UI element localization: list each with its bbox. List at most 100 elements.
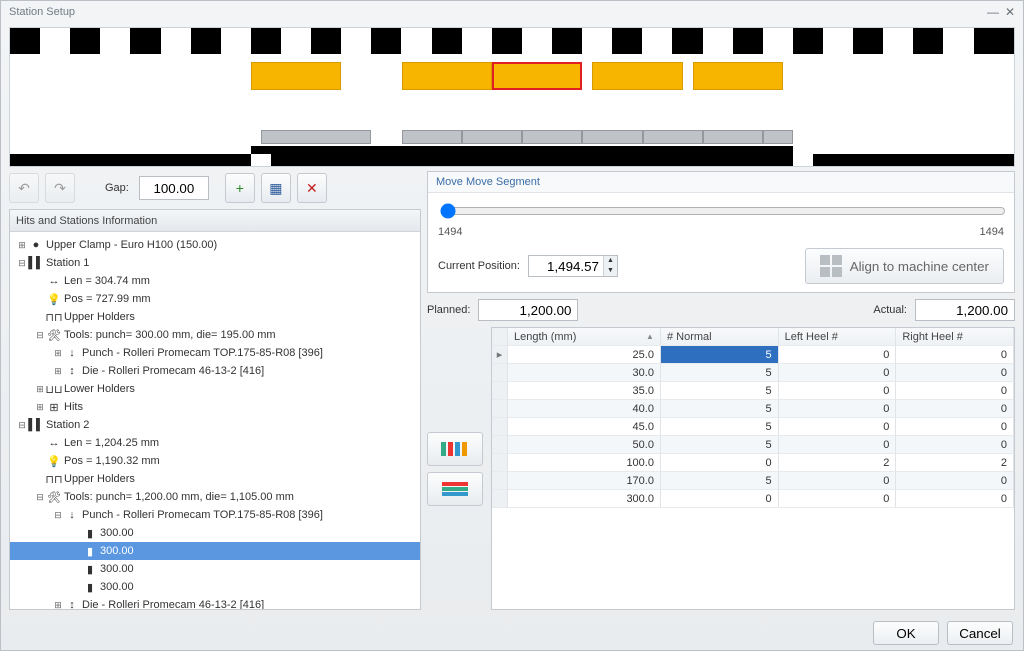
tree-node-s1len[interactable]: ⊞↔Len = 304.74 mm [10,272,420,290]
cell-left[interactable]: 0 [779,364,897,382]
cell-right[interactable]: 0 [896,418,1014,436]
tree-node-s2p1[interactable]: ⊞▮300.00 [10,524,420,542]
pattern-a-button[interactable] [427,432,483,466]
grid-row[interactable]: 35.0500 [492,382,1014,400]
cell-left[interactable]: 0 [779,418,897,436]
tree-node-s2uh[interactable]: ⊞⊓⊓Upper Holders [10,470,420,488]
punch-segment-selected[interactable] [492,62,582,90]
tree-node-s2p4[interactable]: ⊞▮300.00 [10,578,420,596]
tree-node-s1ht[interactable]: ⊞⊞Hits [10,398,420,416]
cell-right[interactable]: 0 [896,472,1014,490]
redo-button[interactable]: ↷ [45,173,75,203]
die-segment[interactable] [462,130,522,144]
cell-length[interactable]: 45.0 [508,418,661,436]
cell-left[interactable]: 0 [779,382,897,400]
cell-normal[interactable]: 0 [661,454,779,472]
die-segment[interactable] [261,130,371,144]
die-segment[interactable] [703,130,763,144]
collapse-icon[interactable]: ⊟ [52,510,64,521]
punch-segment[interactable] [402,62,492,90]
cell-normal[interactable]: 5 [661,418,779,436]
grid-row[interactable]: 170.0500 [492,472,1014,490]
cell-length[interactable]: 300.0 [508,490,661,508]
cell-normal[interactable]: 5 [661,400,779,418]
grid-row[interactable]: 40.0500 [492,400,1014,418]
cell-normal[interactable]: 5 [661,472,779,490]
cell-normal[interactable]: 5 [661,436,779,454]
tree-node-s2tl[interactable]: ⊟🛠Tools: punch= 1,200.00 mm, die= 1,105.… [10,488,420,506]
tree-node-st2[interactable]: ⊟▌▌Station 2 [10,416,420,434]
delete-button[interactable]: ✕ [297,173,327,203]
close-icon[interactable]: ✕ [1005,1,1015,23]
cell-right[interactable]: 0 [896,400,1014,418]
cell-length[interactable]: 100.0 [508,454,661,472]
cell-length[interactable]: 170.0 [508,472,661,490]
align-center-button[interactable]: Align to machine center [805,248,1004,284]
cell-normal[interactable]: 5 [661,382,779,400]
spin-down-icon[interactable]: ▼ [603,266,617,276]
pattern-b-button[interactable] [427,472,483,506]
die-segment[interactable] [522,130,582,144]
cell-length[interactable]: 25.0 [508,346,661,364]
col-normal[interactable]: # Normal [661,328,779,346]
cell-right[interactable]: 0 [896,346,1014,364]
expand-icon[interactable]: ⊞ [52,348,64,359]
tree-node-s1d[interactable]: ⊞↕Die - Rolleri Promecam 46-13-2 [416] [10,362,420,380]
cell-left[interactable]: 2 [779,454,897,472]
minimize-icon[interactable]: — [987,1,999,23]
grid-row[interactable]: 300.0000 [492,490,1014,508]
punch-segment[interactable] [693,62,783,90]
die-segment[interactable] [582,130,642,144]
die-segment[interactable] [402,130,462,144]
grid-button[interactable]: ▦ [261,173,291,203]
tool-visualization[interactable] [9,27,1015,167]
undo-button[interactable]: ↶ [9,173,39,203]
cell-right[interactable]: 2 [896,454,1014,472]
tree-node-s2p2[interactable]: ⊞▮300.00 [10,542,420,560]
cell-normal[interactable]: 5 [661,364,779,382]
grid-row[interactable]: 45.0500 [492,418,1014,436]
tree-node-s2pos[interactable]: ⊞💡Pos = 1,190.32 mm [10,452,420,470]
cell-normal[interactable]: 5 [661,346,779,364]
actual-input[interactable] [915,299,1015,321]
grid-row[interactable]: ▸25.0500 [492,346,1014,364]
tree-node-s1tl[interactable]: ⊟🛠Tools: punch= 300.00 mm, die= 195.00 m… [10,326,420,344]
cell-left[interactable]: 0 [779,400,897,418]
tree-node-s1pos[interactable]: ⊞💡Pos = 727.99 mm [10,290,420,308]
grid-row[interactable]: 100.0022 [492,454,1014,472]
collapse-icon[interactable]: ⊟ [16,258,28,269]
grid-row[interactable]: 30.0500 [492,364,1014,382]
punch-segment[interactable] [592,62,682,90]
col-length[interactable]: Length (mm)▲ [508,328,661,346]
cell-right[interactable]: 0 [896,436,1014,454]
punch-segment[interactable] [251,62,341,90]
cell-length[interactable]: 40.0 [508,400,661,418]
grid-row[interactable]: 50.0500 [492,436,1014,454]
collapse-icon[interactable]: ⊟ [16,420,28,431]
tree-node-s1uh[interactable]: ⊞⊓⊓Upper Holders [10,308,420,326]
cell-left[interactable]: 0 [779,436,897,454]
cell-left[interactable]: 0 [779,346,897,364]
cell-normal[interactable]: 0 [661,490,779,508]
segments-grid[interactable]: Length (mm)▲ # Normal Left Heel # Right … [491,327,1015,610]
expand-icon[interactable]: ⊞ [52,366,64,377]
expand-icon[interactable]: ⊞ [16,240,28,251]
ok-button[interactable]: OK [873,621,939,645]
planned-input[interactable] [478,299,578,321]
cell-left[interactable]: 0 [779,490,897,508]
collapse-icon[interactable]: ⊟ [34,330,46,341]
spin-up-icon[interactable]: ▲ [603,256,617,266]
die-segment[interactable] [763,130,793,144]
cell-length[interactable]: 35.0 [508,382,661,400]
position-slider[interactable] [440,203,1006,219]
cell-right[interactable]: 0 [896,382,1014,400]
tree-node-s2d[interactable]: ⊞↕Die - Rolleri Promecam 46-13-2 [416] [10,596,420,609]
tree-node-s2p3[interactable]: ⊞▮300.00 [10,560,420,578]
tree-node-ucl[interactable]: ⊞●Upper Clamp - Euro H100 (150.00) [10,236,420,254]
tree-node-s2p[interactable]: ⊟↓Punch - Rolleri Promecam TOP.175-85-R0… [10,506,420,524]
add-station-button[interactable]: + [225,173,255,203]
cell-right[interactable]: 0 [896,364,1014,382]
die-segment[interactable] [643,130,703,144]
tree-node-s2len[interactable]: ⊞↔Len = 1,204.25 mm [10,434,420,452]
expand-icon[interactable]: ⊞ [34,384,46,395]
